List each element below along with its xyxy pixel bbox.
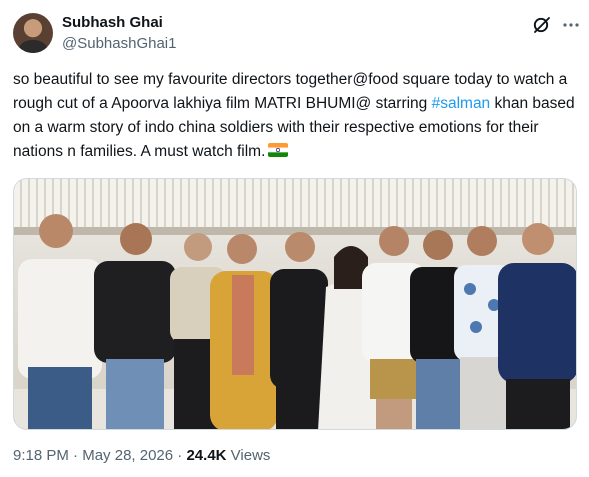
photo-person: [210, 234, 278, 429]
tweet-photo[interactable]: [13, 178, 577, 430]
tweet-card: Subhash Ghai @SubhashGhai1 so beautiful …: [0, 0, 589, 477]
india-flag-icon: [268, 143, 289, 157]
photo-person: [270, 232, 328, 429]
tweet-date[interactable]: May 28, 2026: [82, 447, 173, 464]
author-handle[interactable]: @SubhashGhai1: [62, 35, 176, 52]
author-name[interactable]: Subhash Ghai: [62, 14, 163, 31]
views-label: Views: [230, 447, 271, 464]
more-options-icon[interactable]: [561, 15, 581, 35]
views-count: 24.4K: [186, 447, 227, 464]
grok-icon[interactable]: [532, 15, 552, 35]
photo-person: [498, 223, 576, 429]
photo-person: [18, 214, 102, 429]
hashtag-link[interactable]: #salman: [432, 95, 491, 112]
photo-people: [18, 214, 576, 429]
meta-separator: ·: [173, 447, 187, 464]
photo-person: [94, 223, 176, 429]
tweet-time[interactable]: 9:18 PM: [13, 447, 69, 464]
avatar[interactable]: [13, 13, 53, 53]
tweet-text: so beautiful to see my favourite directo…: [13, 68, 579, 164]
tweet-timestamp[interactable]: 9:18 PM · May 28, 2026 · 24.4K Views: [13, 447, 270, 464]
meta-separator: ·: [68, 447, 83, 464]
